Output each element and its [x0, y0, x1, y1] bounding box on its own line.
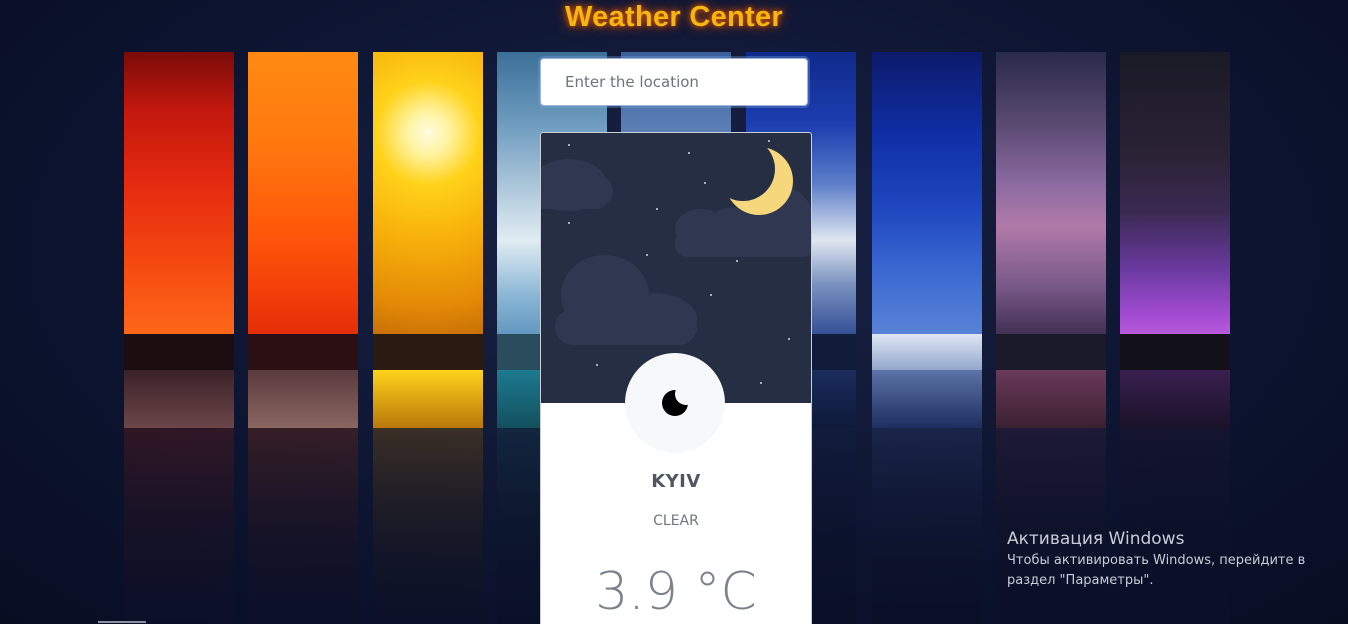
windows-activation-watermark: Активация Windows Чтобы активировать Win…	[1007, 527, 1337, 591]
bg-strip-snowy-blue	[872, 52, 982, 624]
activation-text-line2: раздел "Параметры".	[1007, 573, 1154, 588]
activation-title: Активация Windows	[1007, 529, 1185, 549]
temperature-value: 3.9 °C	[595, 562, 757, 622]
bottom-divider	[98, 621, 146, 623]
city-name: KYIV	[651, 471, 701, 492]
weather-icon-badge	[625, 353, 725, 453]
activation-text-line1: Чтобы активировать Windows, перейдите в	[1007, 553, 1306, 568]
bg-strip-orange-sunset	[248, 52, 358, 624]
bg-strip-red-sunset	[124, 52, 234, 624]
moon-icon	[711, 137, 793, 215]
weather-condition: CLEAR	[653, 513, 699, 529]
cloud-icon	[555, 255, 697, 345]
bg-strip-golden-sun	[373, 52, 483, 624]
weather-card: KYIV CLEAR 3.9 °C	[540, 132, 812, 624]
location-search-input[interactable]	[540, 58, 808, 106]
app-title: Weather Center	[564, 1, 783, 33]
moon-icon	[662, 390, 688, 416]
page-background: Weather Center Enter the location KYIV C…	[0, 0, 1348, 624]
cloud-icon	[541, 159, 613, 211]
